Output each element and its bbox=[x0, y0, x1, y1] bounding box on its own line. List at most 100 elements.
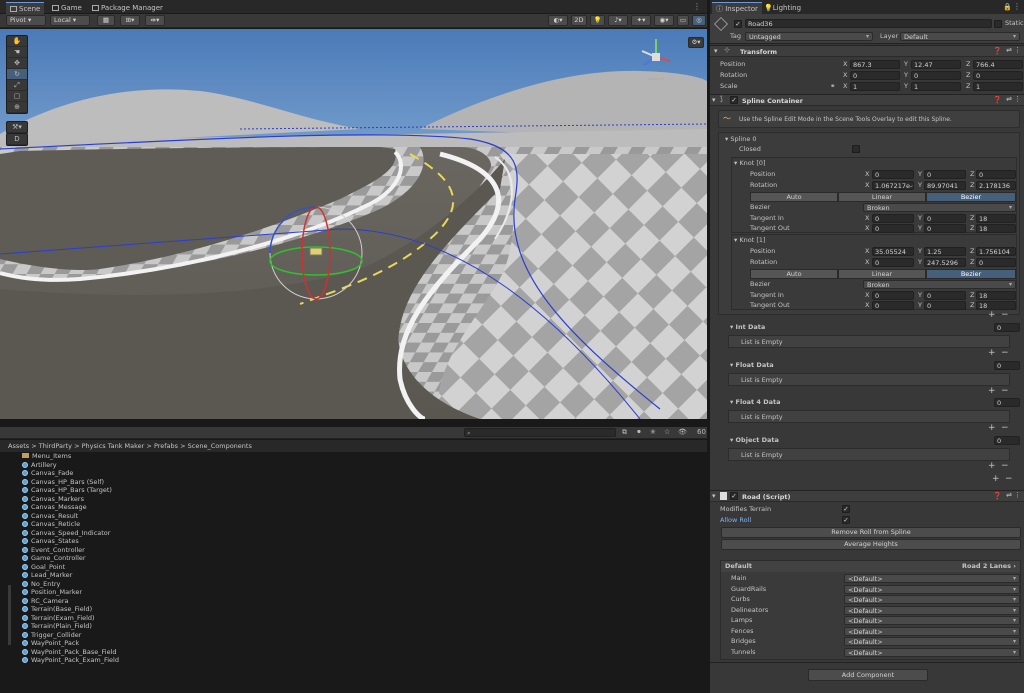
presets-icon[interactable]: ⇌ bbox=[1006, 46, 1012, 54]
remove-float-data-button[interactable]: − bbox=[1001, 387, 1009, 396]
knot-position-z[interactable]: 0 bbox=[976, 170, 1016, 179]
asset-prefab[interactable]: WayPoint_Pack_Exam_Field bbox=[22, 656, 119, 665]
delineators-dropdown[interactable]: <Default> bbox=[844, 605, 1020, 615]
object-data-count[interactable]: 0 bbox=[994, 436, 1020, 445]
profile-link[interactable]: Road 2 Lanes › bbox=[962, 562, 1016, 571]
float-data-foldout[interactable]: ▾ Float Data bbox=[730, 361, 774, 370]
tangent-in-z[interactable]: 18 bbox=[976, 214, 1016, 223]
object-data-foldout[interactable]: ▾ Object Data bbox=[730, 436, 779, 445]
add-float4-data-button[interactable]: + bbox=[988, 424, 996, 433]
asset-prefab[interactable]: Canvas_Speed_Indicator bbox=[22, 529, 110, 538]
main-dropdown[interactable]: <Default> bbox=[844, 574, 1020, 583]
knot-foldout[interactable]: ▾ Knot [1] bbox=[734, 236, 766, 245]
knot-rotation-y[interactable]: 89.97041 bbox=[924, 181, 966, 190]
rotation-x-field[interactable]: 0 bbox=[850, 71, 900, 80]
lock-icon[interactable]: 🔒 bbox=[1003, 3, 1012, 11]
knot-rotation-z[interactable]: 2.178136 bbox=[976, 181, 1016, 190]
breadcrumb-prefabs[interactable]: Prefabs bbox=[154, 442, 178, 450]
hand-tool-icon[interactable]: ☚ bbox=[7, 47, 27, 58]
tangent-mode-linear[interactable]: Linear bbox=[838, 269, 926, 279]
layer-dropdown[interactable]: Default bbox=[900, 32, 1020, 41]
asset-prefab[interactable]: Trigger_Collider bbox=[22, 631, 81, 640]
scale-tool-icon[interactable]: ⤢ bbox=[7, 80, 27, 91]
filter-by-label-icon[interactable]: ⚫ bbox=[636, 428, 642, 436]
tangent-mode-bezier[interactable]: Bezier bbox=[926, 269, 1016, 279]
tangent-mode-auto[interactable]: Auto bbox=[750, 269, 838, 279]
gizmos-toggle-icon[interactable]: ◎ bbox=[692, 15, 706, 26]
remove-spline-button[interactable]: − bbox=[1005, 475, 1013, 484]
tab-lighting[interactable]: 💡Lighting bbox=[760, 2, 805, 14]
allow-roll-checkbox[interactable]: ✓ bbox=[842, 516, 850, 524]
tangent-in-z[interactable]: 18 bbox=[976, 291, 1016, 300]
remove-knot-button[interactable]: − bbox=[1001, 311, 1009, 320]
tangent-out-z[interactable]: 18 bbox=[976, 301, 1016, 310]
scene-settings-icon[interactable]: ⚙▾ bbox=[688, 37, 704, 48]
2d-toggle[interactable]: 2D bbox=[571, 15, 587, 26]
object-name-field[interactable]: Road36 bbox=[745, 19, 992, 28]
help-icon[interactable]: ❓ bbox=[993, 492, 1002, 500]
float4-data-count[interactable]: 0 bbox=[994, 398, 1020, 407]
component-menu-icon[interactable]: ⋮ bbox=[1014, 46, 1021, 54]
grid-snap-button[interactable]: ▦ bbox=[97, 15, 115, 26]
tangent-out-y[interactable]: 0 bbox=[924, 224, 966, 233]
shading-mode-button[interactable]: ◐▾ bbox=[548, 15, 568, 26]
tab-inspector[interactable]: ⓘ Inspector bbox=[712, 2, 762, 14]
tangent-mode-linear[interactable]: Linear bbox=[838, 192, 926, 202]
add-float-data-button[interactable]: + bbox=[988, 387, 996, 396]
knot-rotation-y[interactable]: 247.5296 bbox=[924, 258, 966, 267]
position-y-field[interactable]: 12.47 bbox=[911, 60, 961, 69]
tangent-out-x[interactable]: 0 bbox=[872, 301, 914, 310]
move-tool-icon[interactable]: ✥ bbox=[7, 58, 27, 69]
tab-package-manager[interactable]: Package Manager bbox=[88, 2, 167, 14]
tangent-in-x[interactable]: 0 bbox=[872, 291, 914, 300]
asset-prefab[interactable]: Terrain(Base_Field) bbox=[22, 605, 92, 614]
remove-int-data-button[interactable]: − bbox=[1001, 349, 1009, 358]
tangent-out-x[interactable]: 0 bbox=[872, 224, 914, 233]
bezier-mode-dropdown[interactable]: Broken bbox=[863, 280, 1016, 289]
knot-position-x[interactable]: 0 bbox=[872, 170, 914, 179]
transform-header[interactable]: ▾ ⊹ Transform ❓ ⇌ ⋮ bbox=[710, 45, 1024, 57]
filter-by-type-icon[interactable]: ⧉ bbox=[622, 428, 627, 437]
tag-dropdown[interactable]: Untagged bbox=[745, 32, 873, 41]
component-menu-icon[interactable]: ⋮ bbox=[1014, 491, 1021, 499]
remove-object-data-button[interactable]: − bbox=[1001, 462, 1009, 471]
component-menu-icon[interactable]: ⋮ bbox=[1014, 95, 1021, 103]
asset-prefab[interactable]: Canvas_Result bbox=[22, 512, 78, 521]
increment-snap-button[interactable]: ⇹▾ bbox=[145, 15, 165, 26]
road-enabled-checkbox[interactable]: ✓ bbox=[730, 492, 738, 500]
lamps-dropdown[interactable]: <Default> bbox=[844, 616, 1020, 625]
panel-menu-icon[interactable]: ⋮ bbox=[1013, 2, 1021, 11]
bridges-dropdown[interactable]: <Default> bbox=[844, 637, 1020, 646]
breadcrumb-thirdparty[interactable]: ThirdParty bbox=[39, 442, 72, 450]
add-int-data-button[interactable]: + bbox=[988, 349, 996, 358]
tangent-out-z[interactable]: 18 bbox=[976, 224, 1016, 233]
tangent-mode-bezier[interactable]: Bezier bbox=[926, 192, 1016, 202]
breadcrumb-assets[interactable]: Assets bbox=[8, 442, 29, 450]
tab-scene[interactable]: Scene bbox=[6, 2, 45, 14]
rect-tool-icon[interactable]: ▢ bbox=[7, 91, 27, 102]
curbs-dropdown[interactable]: <Default> bbox=[844, 595, 1020, 604]
asset-prefab[interactable]: Canvas_Message bbox=[22, 503, 87, 512]
add-object-data-button[interactable]: + bbox=[988, 462, 996, 471]
scale-z-field[interactable]: 1 bbox=[973, 82, 1023, 91]
spline-enabled-checkbox[interactable]: ✓ bbox=[730, 96, 738, 104]
scale-y-field[interactable]: 1 bbox=[911, 82, 961, 91]
asset-prefab[interactable]: Terrain(Plain_Field) bbox=[22, 622, 92, 631]
int-data-foldout[interactable]: ▾ Int Data bbox=[730, 323, 765, 332]
knot-position-z[interactable]: 1.756104 bbox=[976, 247, 1016, 256]
asset-prefab[interactable]: Lead_Marker bbox=[22, 571, 72, 580]
project-search-input[interactable]: ⌕ bbox=[464, 428, 616, 437]
asset-prefab[interactable]: WayPoint_Pack_Base_Field bbox=[22, 648, 117, 657]
road-script-header[interactable]: ▾ ✓ Road (Script) ❓ ⇌ ⋮ bbox=[710, 490, 1024, 502]
scale-x-field[interactable]: 1 bbox=[850, 82, 900, 91]
pivot-dropdown[interactable]: Pivot ▾ bbox=[6, 15, 46, 26]
camera-settings-icon[interactable]: ▭ bbox=[677, 15, 689, 26]
remove-float4-data-button[interactable]: − bbox=[1001, 424, 1009, 433]
active-checkbox[interactable]: ✓ bbox=[734, 20, 742, 28]
tangent-in-y[interactable]: 0 bbox=[924, 291, 966, 300]
position-z-field[interactable]: 766.4 bbox=[973, 60, 1023, 69]
static-checkbox[interactable] bbox=[994, 20, 1002, 28]
asset-prefab[interactable]: Event_Controller bbox=[22, 546, 85, 555]
knot-position-y[interactable]: 1.25 bbox=[924, 247, 966, 256]
tangent-in-x[interactable]: 0 bbox=[872, 214, 914, 223]
